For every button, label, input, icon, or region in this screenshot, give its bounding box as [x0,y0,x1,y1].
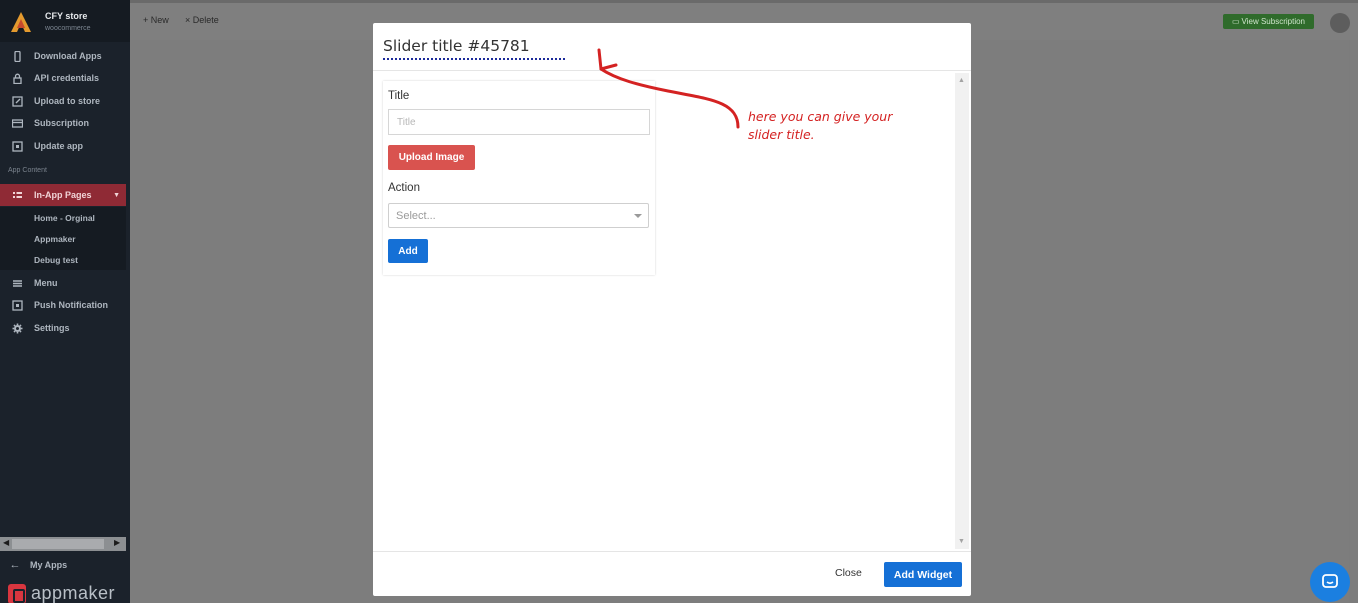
close-icon: × [185,15,193,25]
gear-icon [0,323,34,334]
action-select-value: Select... [396,210,436,222]
my-apps-link[interactable]: ← My Apps [0,556,126,574]
delete-button[interactable]: × Delete [185,15,219,25]
appmaker-logo: appmaker [8,583,115,603]
appmaker-logo-icon [8,583,26,603]
update-icon [0,140,34,152]
title-underline [383,58,565,60]
scrollbar-thumb[interactable] [12,539,104,549]
sidebar-item-api-credentials[interactable]: API credentials [0,67,126,89]
sidebar-item-label: Menu [34,278,58,288]
sidebar-item-label: Settings [34,323,70,333]
title-label: Title [388,90,410,102]
sidebar-item-download-apps[interactable]: Download Apps [0,45,126,67]
add-widget-button[interactable]: Add Widget [884,562,962,587]
sidebar-item-settings[interactable]: Settings [0,317,126,339]
sidebar-subitem-home[interactable]: Home - Orginal [0,207,126,228]
lock-icon [0,73,34,84]
sidebar-item-push-notification[interactable]: Push Notification [0,294,126,316]
store-name: CFY store [45,11,88,21]
chat-support-button[interactable] [1310,562,1350,602]
store-header[interactable]: CFY store woocommerce [0,0,130,42]
scroll-up-icon[interactable]: ▲ [958,77,965,84]
sidebar-item-label: In-App Pages [34,190,92,200]
view-subscription-label: View Subscription [1241,17,1305,26]
sidebar-item-label: Push Notification [34,300,108,310]
chevron-down-icon [634,214,642,218]
widget-modal: Slider title #45781 Title Upload Image A… [373,23,971,596]
scroll-right-icon[interactable]: ▶ [114,538,120,547]
store-logo-icon [11,12,31,32]
sidebar-subitem-appmaker[interactable]: Appmaker [0,228,126,249]
appmaker-wordmark: appmaker [31,583,116,603]
modal-title-input[interactable]: Slider title #45781 [383,37,530,55]
chat-icon [1322,574,1338,588]
list-icon [0,278,34,289]
annotation-arrow [597,48,740,129]
sidebar-item-in-app-pages[interactable]: In-App Pages ▼ [0,184,126,206]
sidebar-item-label: Download Apps [34,51,102,61]
page-scrollbar[interactable] [1349,40,1358,603]
edit-icon [0,95,34,107]
sidebar-item-upload-to-store[interactable]: Upload to store [0,90,126,112]
my-apps-label: My Apps [30,560,68,570]
modal-vertical-scrollbar[interactable]: ▲ ▼ [955,73,969,549]
avatar[interactable] [1330,13,1350,33]
card-icon: ▭ [1231,17,1240,26]
chevron-down-icon: ▼ [113,191,120,199]
sidebar-item-label: Upload to store [34,96,101,106]
scroll-down-icon[interactable]: ▼ [958,538,965,545]
card-icon [0,118,34,129]
new-button[interactable]: + New [143,15,169,25]
store-type: woocommerce [45,25,91,32]
annotation-note: here you can give your slider title. [748,109,893,142]
sidebar-item-update-app[interactable]: Update app [0,135,126,157]
sidebar-item-menu[interactable]: Menu [0,272,126,294]
action-label: Action [388,182,420,194]
action-select[interactable]: Select... [388,203,649,228]
plus-icon: + [143,15,151,25]
close-button[interactable]: Close [835,567,862,579]
phone-icon [0,50,34,62]
upload-image-button[interactable]: Upload Image [388,145,475,170]
section-label: App Content [8,167,47,174]
sidebar-horizontal-scrollbar[interactable]: ◀ ▶ [0,537,126,551]
scroll-left-icon[interactable]: ◀ [3,538,9,547]
sidebar-item-label: Subscription [34,118,90,128]
add-button[interactable]: Add [388,239,428,263]
divider [373,551,971,552]
sidebar-item-label: API credentials [34,73,100,83]
view-subscription-button[interactable]: ▭ View Subscription [1223,14,1314,29]
sidebar: CFY store woocommerce Download Apps API … [0,0,130,603]
delete-label: Delete [192,15,219,25]
arrow-left-icon: ← [9,559,21,571]
grid-icon [0,190,34,201]
bell-icon [0,299,34,311]
sidebar-item-label: Update app [34,141,84,151]
sidebar-item-subscription[interactable]: Subscription [0,112,126,134]
sidebar-subitem-debug-test[interactable]: Debug test [0,249,126,270]
new-label: New [150,15,169,25]
